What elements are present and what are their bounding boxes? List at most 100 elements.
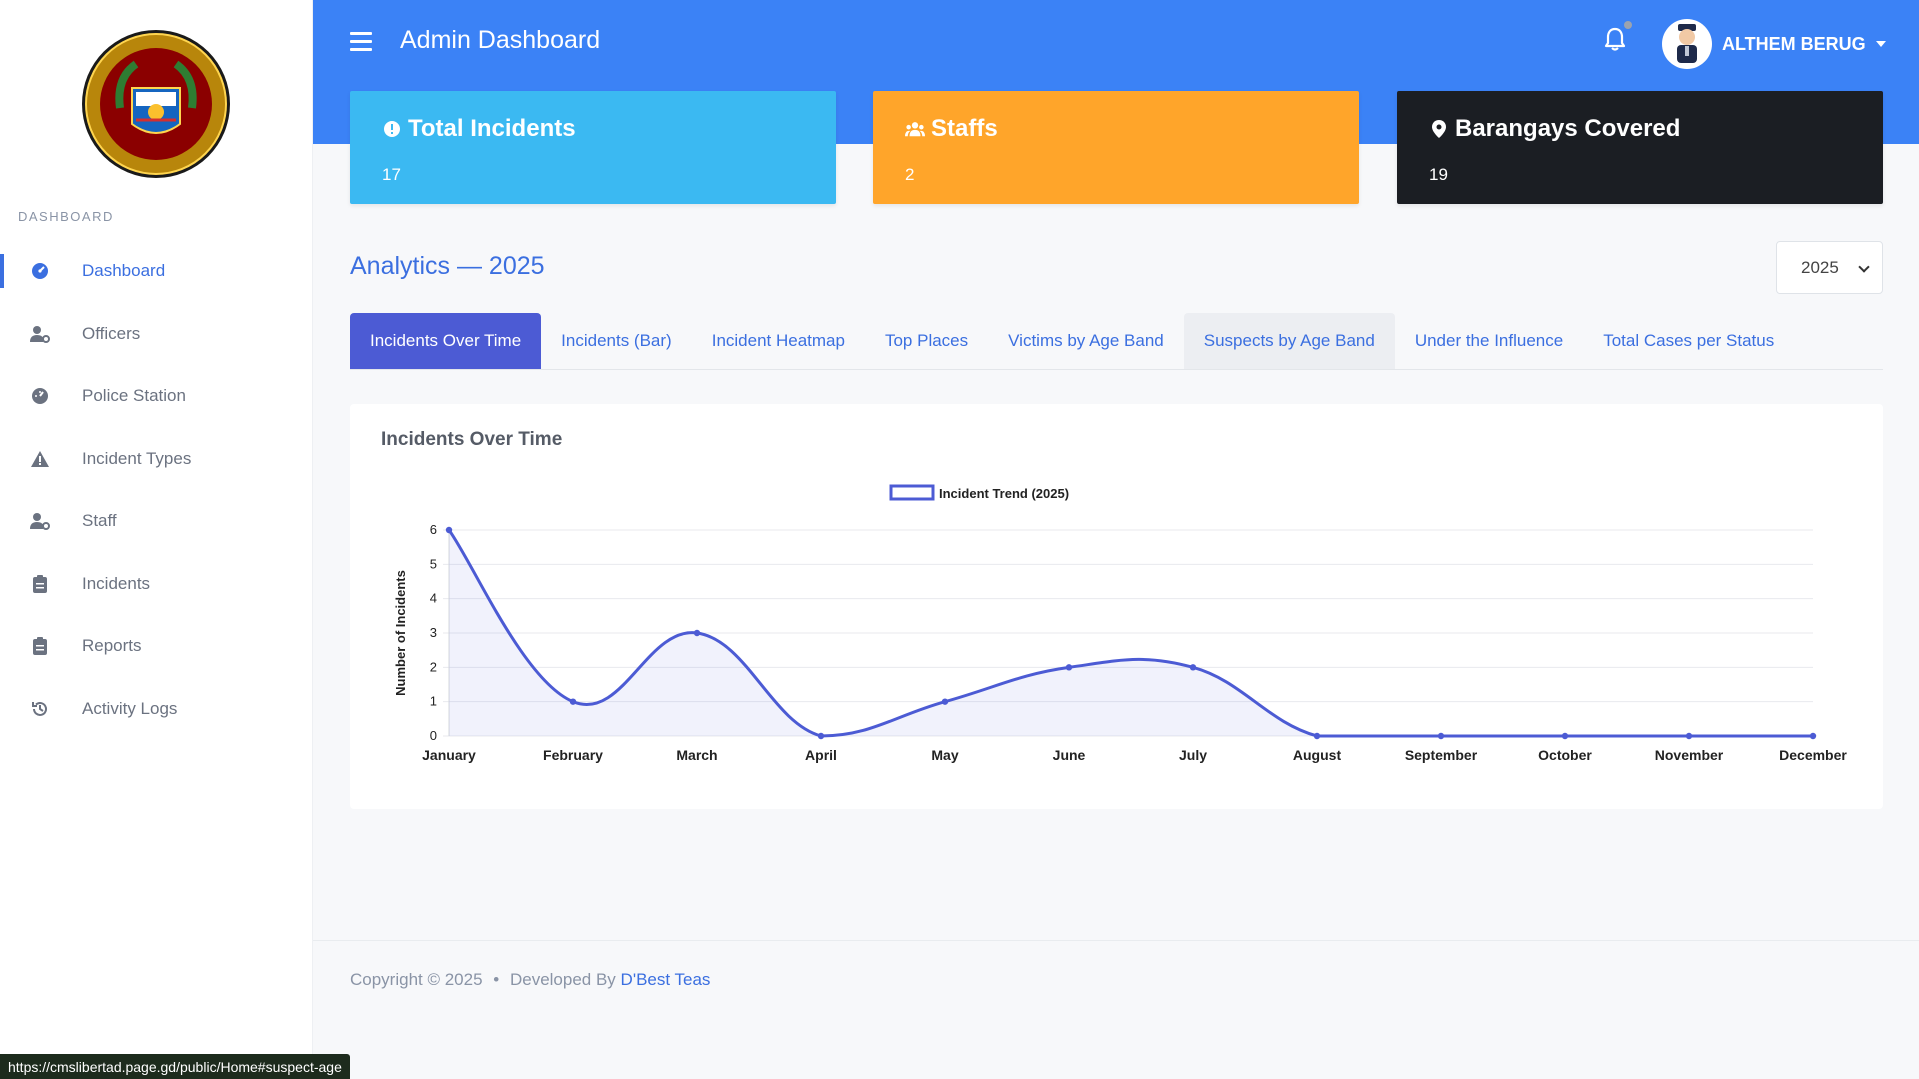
page-title: Admin Dashboard xyxy=(400,26,601,54)
sidebar-item-dashboard[interactable]: Dashboard xyxy=(0,240,313,303)
user-gear-icon xyxy=(30,511,50,531)
y-tick-label: 6 xyxy=(430,522,437,537)
user-name: ALTHEM BERUG xyxy=(1722,33,1866,54)
sidebar-item-incident-types[interactable]: Incident Types xyxy=(0,428,313,491)
map-pin-icon xyxy=(1429,119,1449,139)
x-tick-label: September xyxy=(1405,747,1478,763)
dashboard-icon xyxy=(30,261,50,281)
tab-total-cases-per-status[interactable]: Total Cases per Status xyxy=(1583,313,1794,369)
footer-separator: • xyxy=(493,970,500,989)
stat-card-barangays-covered[interactable]: Barangays Covered 19 xyxy=(1397,91,1883,204)
stat-title: Total Incidents xyxy=(408,115,576,142)
clipboard-icon xyxy=(30,574,50,594)
data-point xyxy=(1809,732,1817,740)
sidebar-item-label: Activity Logs xyxy=(82,698,178,718)
sidebar-item-label: Reports xyxy=(82,636,142,656)
tab-top-places[interactable]: Top Places xyxy=(865,313,988,369)
legend-label: Incident Trend (2025) xyxy=(939,486,1069,501)
y-tick-label: 5 xyxy=(430,556,437,571)
data-point xyxy=(693,629,701,637)
user-menu[interactable]: ALTHEM BERUG xyxy=(1662,19,1886,69)
stat-card-staffs[interactable]: Staffs 2 xyxy=(873,91,1359,204)
sidebar-item-label: Dashboard xyxy=(82,261,166,281)
clipboard-icon xyxy=(30,636,50,656)
data-point xyxy=(569,698,577,705)
data-point xyxy=(1313,732,1321,740)
tab-suspects-by-age-band[interactable]: Suspects by Age Band xyxy=(1183,313,1395,369)
chevron-down-icon xyxy=(1858,261,1870,273)
x-tick-label: October xyxy=(1538,747,1592,763)
stat-title: Barangays Covered xyxy=(1455,115,1681,142)
footer: Copyright © 2025 • Developed By D'Best T… xyxy=(313,940,1919,1079)
browser-status-url: https://cmslibertad.page.gd/public/Home#… xyxy=(0,1054,350,1079)
tab-incident-heatmap[interactable]: Incident Heatmap xyxy=(692,313,865,369)
data-point xyxy=(1561,732,1569,740)
year-select-value: 2025 xyxy=(1801,257,1839,277)
footer-text: Copyright © 2025 • Developed By D'Best T… xyxy=(350,970,710,990)
developer-link[interactable]: D'Best Teas xyxy=(621,970,711,989)
x-tick-label: August xyxy=(1293,747,1342,763)
tab-victims-by-age-band[interactable]: Victims by Age Band xyxy=(988,313,1184,369)
analytics-title: Analytics — 2025 xyxy=(350,252,545,280)
data-point xyxy=(817,732,825,740)
sidebar-item-officers[interactable]: Officers xyxy=(0,303,313,366)
avatar xyxy=(1662,19,1712,69)
x-tick-label: February xyxy=(543,747,603,763)
sidebar-item-label: Incident Types xyxy=(82,448,192,468)
sidebar-item-label: Officers xyxy=(82,323,141,343)
sidebar-item-incidents[interactable]: Incidents xyxy=(0,553,313,616)
sidebar-section-label: DASHBOARD xyxy=(18,209,114,224)
chevron-down-icon xyxy=(1875,41,1886,47)
x-tick-label: March xyxy=(676,747,717,763)
sidebar-item-staff[interactable]: Staff xyxy=(0,490,313,553)
libertad-police-logo[interactable] xyxy=(80,28,232,180)
notification-dot xyxy=(1624,21,1632,29)
tab-incidents-bar[interactable]: Incidents (Bar) xyxy=(541,313,692,369)
copyright-text: Copyright © 2025 xyxy=(350,970,483,989)
data-point xyxy=(1437,732,1445,740)
data-point xyxy=(1189,664,1197,671)
stat-card-total-incidents[interactable]: Total Incidents 17 xyxy=(350,91,836,204)
x-tick-label: December xyxy=(1779,747,1847,763)
history-icon xyxy=(30,699,50,719)
users-icon xyxy=(905,119,925,139)
y-tick-label: 0 xyxy=(430,728,437,743)
data-point xyxy=(1065,664,1073,671)
sidebar-item-label: Staff xyxy=(82,511,117,531)
stat-value: 2 xyxy=(905,165,915,184)
data-point xyxy=(1685,732,1693,740)
y-tick-label: 1 xyxy=(430,694,437,709)
tab-incidents-over-time[interactable]: Incidents Over Time xyxy=(350,313,542,369)
sidebar-item-label: Police Station xyxy=(82,386,186,406)
year-select[interactable]: 2025 xyxy=(1776,241,1883,294)
sidebar-item-police-station[interactable]: Police Station xyxy=(0,365,313,428)
analytics-tabs: Incidents Over Time Incidents (Bar) Incide… xyxy=(350,313,1883,370)
legend-swatch xyxy=(889,484,935,501)
y-tick-label: 2 xyxy=(430,659,437,674)
data-point xyxy=(445,526,453,534)
x-tick-label: January xyxy=(422,747,476,763)
notification-bell-icon[interactable] xyxy=(1603,26,1627,52)
menu-toggle-icon[interactable] xyxy=(350,32,372,52)
stat-value: 17 xyxy=(382,165,401,184)
info-circle-icon xyxy=(382,119,402,139)
x-tick-label: June xyxy=(1053,747,1086,763)
user-gear-icon xyxy=(30,324,50,344)
sidebar-nav: Dashboard Officers Police Station Incide… xyxy=(0,240,313,740)
incidents-over-time-chart: 0 1 2 3 4 5 6 January February March April May June J… xyxy=(393,484,1847,763)
tab-under-the-influence[interactable]: Under the Influence xyxy=(1395,313,1583,369)
y-axis-label: Number of Incidents xyxy=(393,570,408,696)
stat-title: Staffs xyxy=(931,115,998,142)
developed-by-text: Developed By xyxy=(509,970,616,989)
chart-card: Incidents Over Time 0 1 2 3 4 5 6 January Februa… xyxy=(350,404,1883,809)
sidebar-item-label: Incidents xyxy=(82,573,151,593)
x-tick-label: April xyxy=(805,747,837,763)
data-point xyxy=(941,698,949,705)
y-tick-label: 4 xyxy=(430,591,437,606)
x-tick-label: May xyxy=(931,747,958,763)
sidebar: DASHBOARD Dashboard Officers Police Stat… xyxy=(0,0,313,1079)
warning-icon xyxy=(30,449,50,469)
sidebar-item-reports[interactable]: Reports xyxy=(0,615,313,678)
sidebar-item-activity-logs[interactable]: Activity Logs xyxy=(0,678,313,741)
x-tick-label: July xyxy=(1179,747,1207,763)
